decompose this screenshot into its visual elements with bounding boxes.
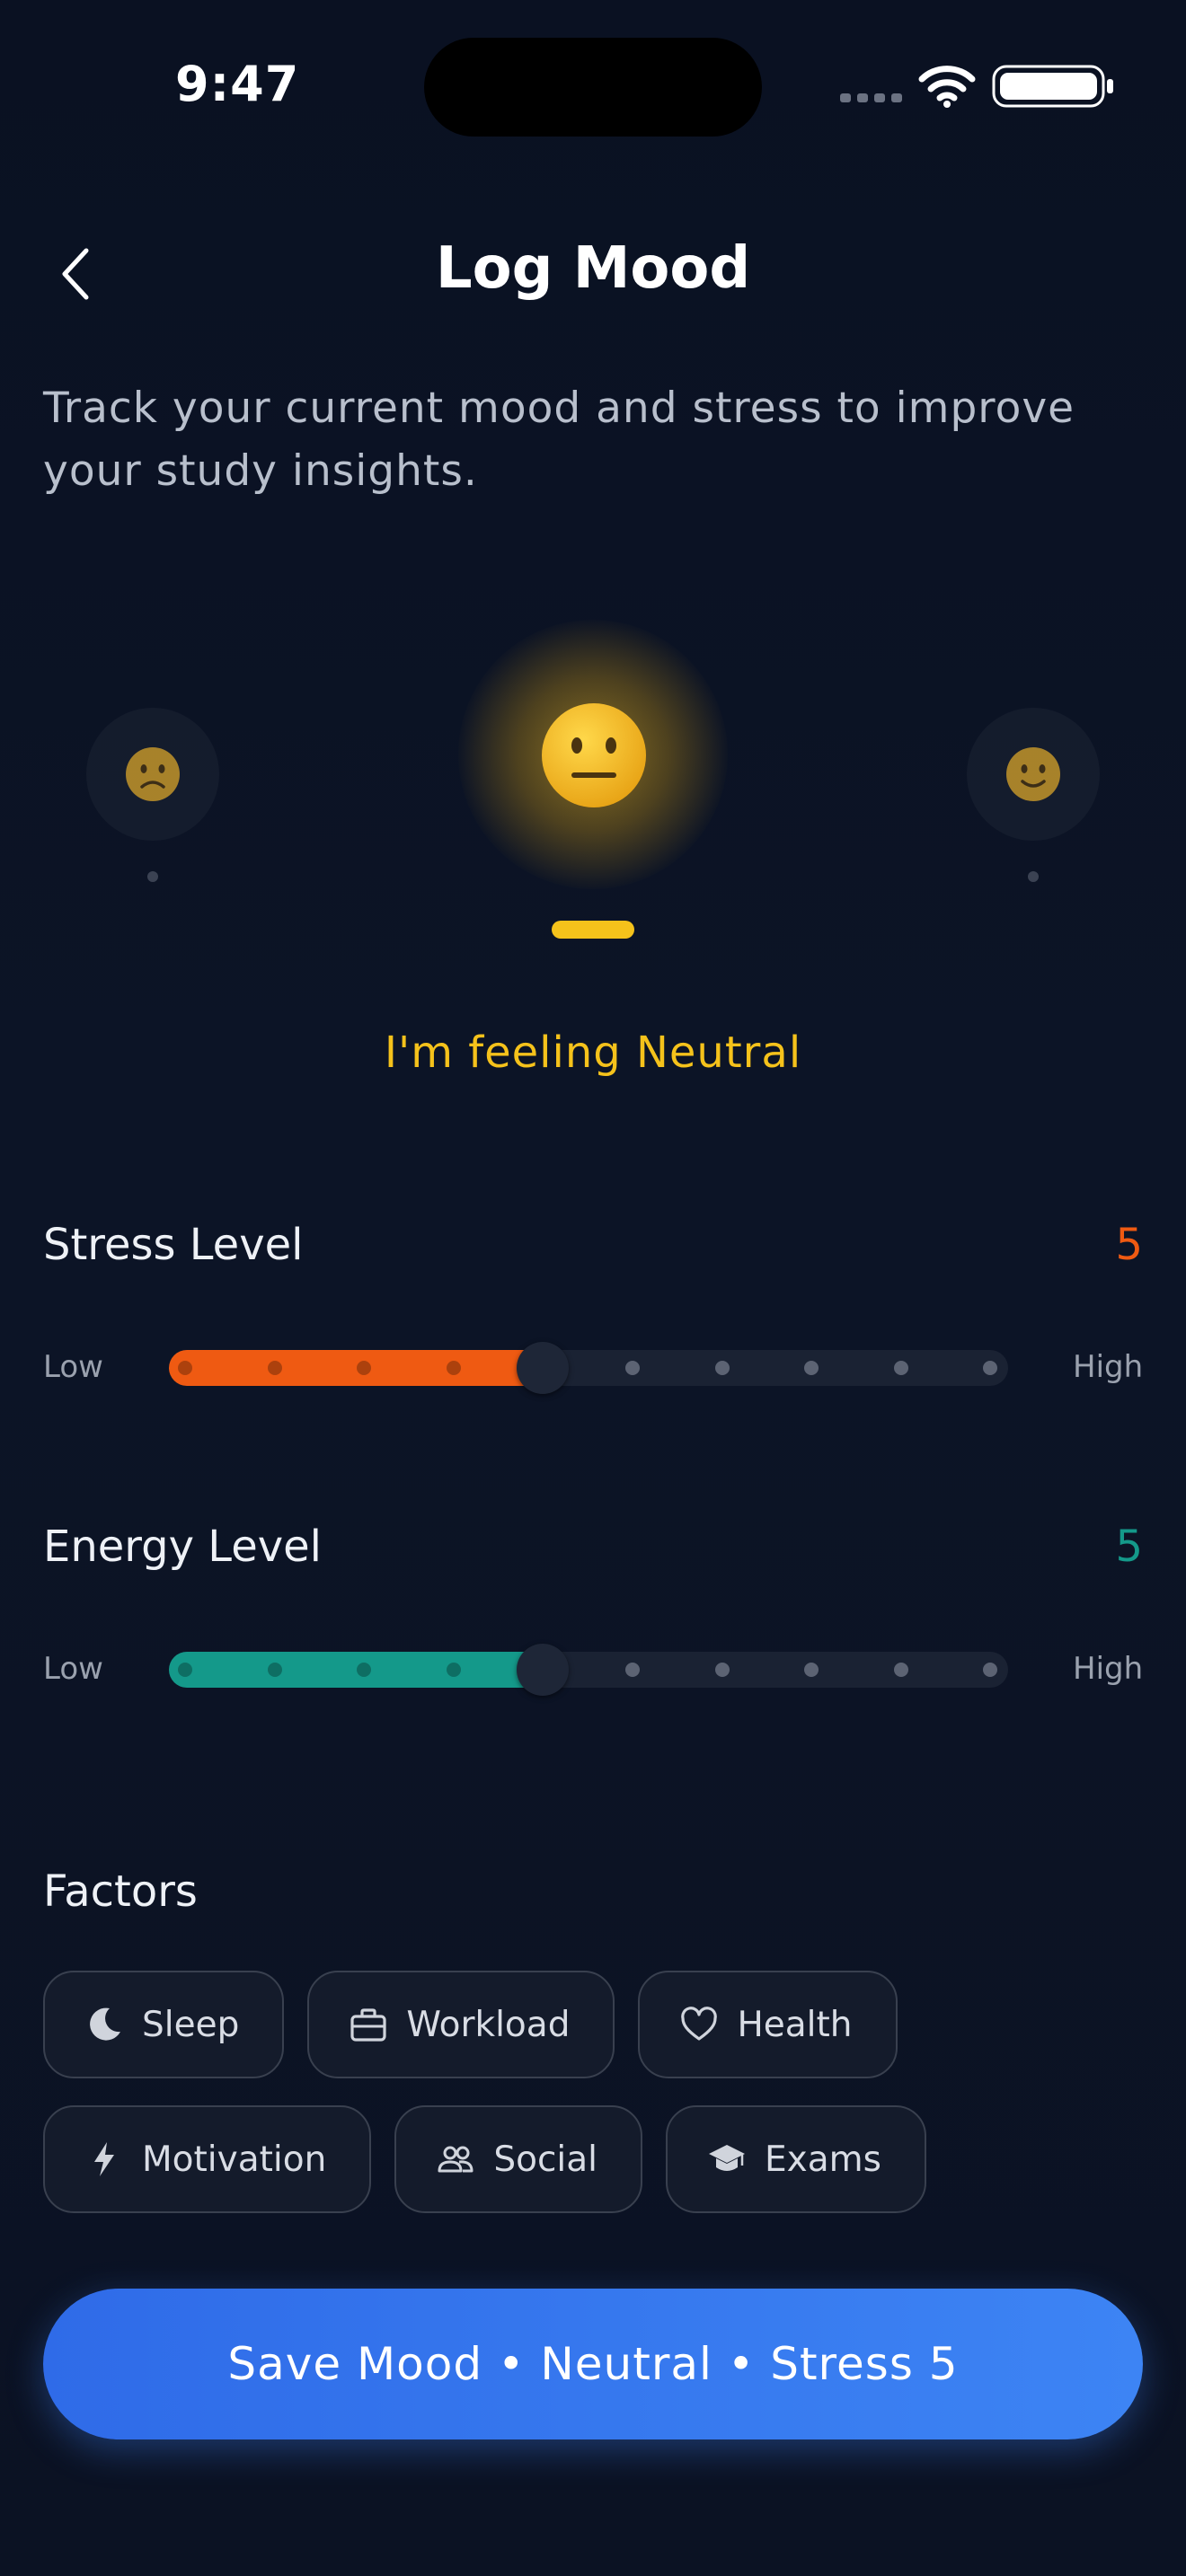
stress-slider-tick	[714, 1361, 730, 1375]
factor-label-sleep: Sleep	[142, 2004, 240, 2045]
dynamic-island	[424, 38, 762, 137]
log-mood-screen: 9:47 Log Mood Track your current mood an…	[0, 0, 1186, 2576]
briefcase-icon	[350, 2008, 386, 2042]
factor-chip-health[interactable]: Health	[638, 1971, 898, 2078]
factors-row-2: Motivation Social Exams	[43, 2105, 926, 2213]
stress-slider-tick	[446, 1361, 461, 1375]
stress-slider[interactable]	[169, 1342, 1008, 1394]
sad-face-icon	[126, 747, 180, 801]
stress-slider-tick	[267, 1361, 282, 1375]
bolt-icon	[94, 2142, 114, 2176]
stress-level-value: 5	[1115, 1220, 1143, 1270]
heart-icon	[681, 2007, 718, 2041]
factors-title: Factors	[43, 1866, 198, 1917]
energy-slider-tick	[804, 1663, 819, 1677]
people-icon	[438, 2146, 474, 2173]
page-title: Log Mood	[435, 235, 751, 302]
energy-slider-tick	[178, 1663, 192, 1677]
stress-slider-tick	[804, 1361, 819, 1375]
stress-slider-thumb[interactable]	[517, 1342, 570, 1394]
stress-level-label: Stress Level	[43, 1220, 304, 1270]
factor-chip-sleep[interactable]: Sleep	[43, 1971, 285, 2078]
energy-slider-tick	[983, 1663, 998, 1677]
factor-label-motivation: Motivation	[142, 2139, 327, 2180]
wifi-icon	[918, 66, 976, 108]
energy-high-label: High	[1073, 1651, 1144, 1687]
energy-slider-fill	[169, 1652, 544, 1688]
mood-option-sad[interactable]	[86, 708, 219, 841]
factor-chip-workload[interactable]: Workload	[307, 1971, 615, 2078]
energy-slider-tick	[714, 1663, 730, 1677]
energy-slider-tick	[446, 1663, 461, 1677]
energy-level-value: 5	[1115, 1522, 1143, 1572]
energy-slider-tick	[625, 1663, 640, 1677]
selected-mood-indicator	[552, 921, 634, 939]
battery-icon	[992, 65, 1113, 108]
factor-label-exams: Exams	[764, 2139, 881, 2180]
stress-slider-tick	[625, 1361, 640, 1375]
stress-slider-tick	[983, 1361, 998, 1375]
factor-label-workload: Workload	[406, 2004, 571, 2045]
energy-slider[interactable]	[169, 1644, 1008, 1696]
factor-chip-exams[interactable]: Exams	[665, 2105, 926, 2213]
mood-feeling-text: I'm feeling Neutral	[384, 1028, 802, 1078]
stress-low-label: Low	[43, 1349, 103, 1385]
status-time: 9:47	[175, 56, 300, 112]
factors-row-1: Sleep Workload Health	[43, 1971, 898, 2078]
mood-option-sad-dot	[147, 871, 158, 882]
energy-slider-thumb[interactable]	[517, 1644, 570, 1696]
moon-icon	[90, 2007, 120, 2041]
energy-slider-tick	[893, 1663, 908, 1677]
factor-chip-social[interactable]: Social	[394, 2105, 642, 2213]
energy-low-label: Low	[43, 1651, 103, 1687]
mood-option-happy-dot	[1028, 871, 1039, 882]
energy-level-label: Energy Level	[43, 1522, 323, 1572]
happy-face-icon	[1006, 747, 1060, 801]
stress-slider-tick	[178, 1361, 192, 1375]
stress-slider-fill	[169, 1350, 544, 1386]
save-mood-button-label: Save Mood • Neutral • Stress 5	[227, 2338, 959, 2390]
factor-label-social: Social	[493, 2139, 597, 2180]
mood-option-happy[interactable]	[967, 708, 1100, 841]
factor-chip-motivation[interactable]: Motivation	[43, 2105, 372, 2213]
neutral-face-icon[interactable]	[539, 701, 649, 810]
stress-high-label: High	[1073, 1349, 1144, 1385]
save-mood-button[interactable]: Save Mood • Neutral • Stress 5	[43, 2289, 1143, 2439]
energy-slider-tick	[267, 1663, 282, 1677]
stress-slider-tick	[893, 1361, 908, 1375]
graduation-cap-icon	[708, 2145, 745, 2171]
cellular-signal-icon	[840, 93, 902, 102]
factor-label-health: Health	[737, 2004, 853, 2045]
page-subtitle: Track your current mood and stress to im…	[43, 384, 1075, 496]
